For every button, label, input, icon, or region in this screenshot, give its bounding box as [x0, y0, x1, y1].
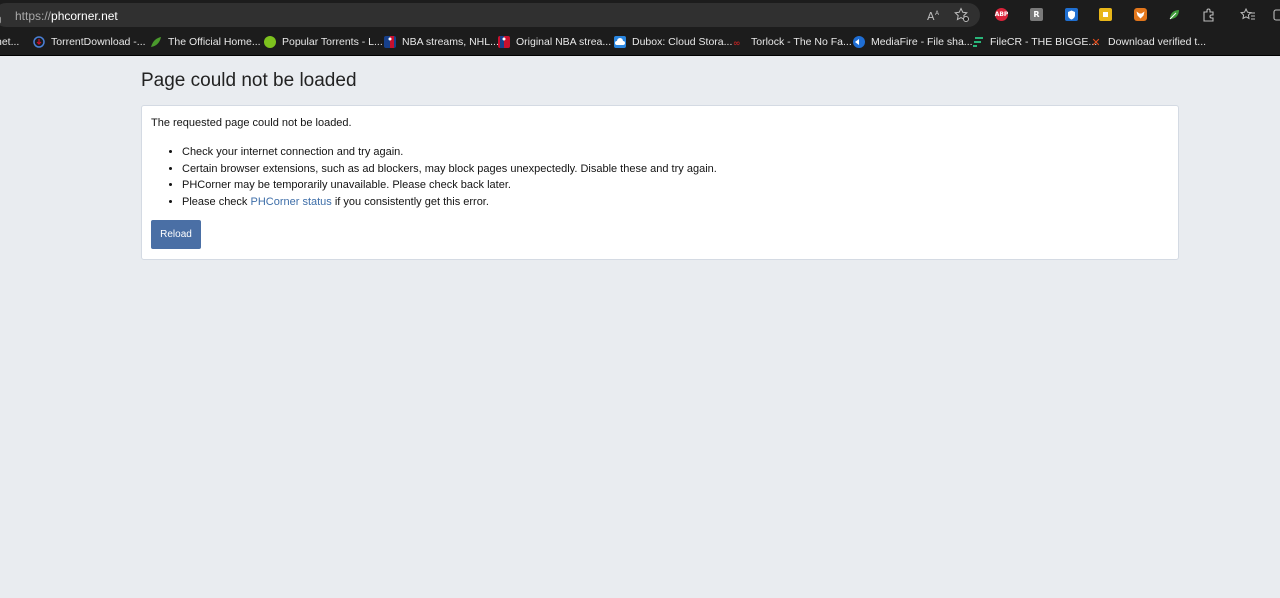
- url-host: phcorner.net: [51, 9, 118, 23]
- bookmark-item[interactable]: Popular Torrents - L...: [264, 34, 383, 50]
- bookmark-label: Original NBA strea...: [516, 36, 612, 48]
- bookmark-label: MediaFire - File sha...: [871, 36, 973, 48]
- torlock-favicon: ∞: [733, 36, 745, 48]
- bookmark-item[interactable]: MediaFire - File sha...: [853, 34, 973, 50]
- abp-extension-icon[interactable]: ABP: [995, 8, 1008, 21]
- reason-item: Check your internet connection and try a…: [182, 144, 717, 161]
- bookmark-item[interactable]: Dubox: Cloud Stora...: [614, 34, 732, 50]
- nba-favicon: [498, 36, 510, 48]
- green-extension-icon[interactable]: [1168, 8, 1181, 21]
- bookmark-label: NBA streams, NHL...: [402, 36, 499, 48]
- svg-text:A: A: [935, 10, 940, 17]
- fox-extension-icon[interactable]: [1134, 8, 1147, 21]
- status-link[interactable]: PHCorner status: [250, 196, 331, 208]
- bookmark-item[interactable]: NBA streams, NHL...: [384, 34, 499, 50]
- bookmark-item[interactable]: FileCR - THE BIGGE...: [972, 34, 1097, 50]
- url-field[interactable]: https://phcorner.net: [0, 3, 980, 27]
- address-bar: https://phcorner.net AA ABP R: [0, 0, 1280, 29]
- extensions-icon[interactable]: [1201, 7, 1217, 23]
- r-extension-icon[interactable]: R: [1030, 8, 1043, 21]
- bookmark-label: Popular Torrents - L...: [282, 36, 383, 48]
- lock-icon[interactable]: [0, 11, 2, 24]
- nba-favicon: [384, 36, 396, 48]
- svg-text:∞: ∞: [733, 39, 741, 48]
- status-suffix: if you consistently get this error.: [331, 195, 489, 208]
- bookmark-label: Dubox: Cloud Stora...: [632, 36, 733, 48]
- bookmark-label: Torlock - The No Fa...: [751, 36, 852, 48]
- torrentdownload-favicon: [33, 36, 45, 48]
- collections-icon[interactable]: [1272, 7, 1280, 23]
- mediafire-favicon: [853, 36, 865, 48]
- bookmark-label: The Official Home...: [168, 36, 261, 48]
- x-favicon: ✕: [1091, 35, 1101, 49]
- url-scheme: https://: [15, 9, 52, 23]
- bookmark-label: net...: [0, 36, 20, 48]
- bookmark-item[interactable]: net...: [0, 34, 19, 50]
- yellow-extension-icon[interactable]: [1099, 8, 1112, 21]
- bookmark-item[interactable]: The Official Home...: [150, 34, 261, 50]
- shield-extension-icon[interactable]: [1065, 8, 1078, 21]
- leaf-favicon: [150, 36, 162, 48]
- filecr-favicon: [972, 36, 984, 48]
- bookmark-item[interactable]: ✕ Download verified t...: [1090, 34, 1206, 50]
- svg-text:A: A: [927, 10, 935, 23]
- add-favorite-icon[interactable]: [954, 7, 970, 23]
- bookmark-label: FileCR - THE BIGGE...: [990, 36, 1098, 48]
- cloud-favicon: [614, 36, 626, 48]
- reason-list: Check your internet connection and try a…: [152, 144, 717, 210]
- url-text[interactable]: https://phcorner.net: [15, 9, 118, 23]
- favorites-icon[interactable]: [1240, 7, 1256, 23]
- bookmark-label: Download verified t...: [1108, 36, 1207, 48]
- bookmark-item[interactable]: ∞ Torlock - The No Fa...: [733, 34, 852, 50]
- reason-item: Please check PHCorner status if you cons…: [182, 194, 717, 211]
- ball-favicon: [264, 36, 276, 48]
- reason-item: PHCorner may be temporarily unavailable.…: [182, 177, 717, 194]
- error-intro: The requested page could not be loaded.: [151, 117, 352, 129]
- read-aloud-icon[interactable]: AA: [926, 7, 942, 23]
- error-card: The requested page could not be loaded. …: [141, 105, 1179, 260]
- status-prefix: Please check: [182, 195, 251, 208]
- bookmark-item[interactable]: Original NBA strea...: [498, 34, 611, 50]
- reload-button[interactable]: Reload: [151, 220, 201, 249]
- bookmark-item[interactable]: TorrentDownload -...: [33, 34, 146, 50]
- bookmarks-bar: net... TorrentDownload -... The Official…: [0, 29, 1280, 56]
- bookmark-label: TorrentDownload -...: [51, 36, 146, 48]
- page-title: Page could not be loaded: [141, 70, 357, 91]
- reason-item: Certain browser extensions, such as ad b…: [182, 161, 717, 178]
